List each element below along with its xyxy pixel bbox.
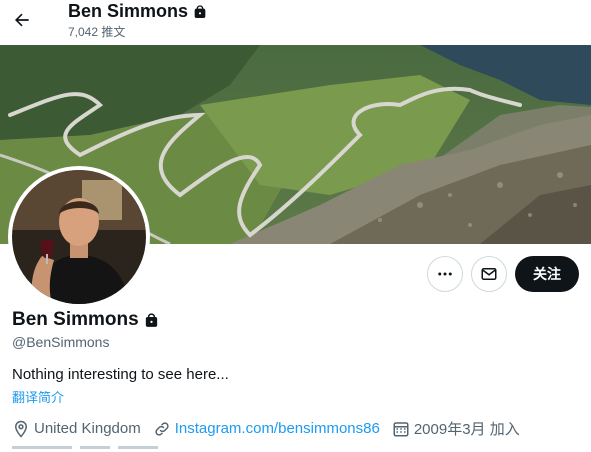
website-item: Instagram.com/bensimmons86: [153, 420, 380, 438]
profile-actions: 关注: [427, 256, 579, 292]
website-link[interactable]: Instagram.com/bensimmons86: [175, 420, 380, 437]
joined-text: 2009年3月 加入: [413, 421, 520, 438]
header-name: Ben Simmons: [68, 1, 189, 21]
profile-name: Ben Simmons: [12, 309, 160, 331]
follow-counts-row: [12, 446, 212, 452]
profile-bio: Nothing interesting to see here...: [12, 366, 229, 383]
envelope-icon: [481, 268, 497, 280]
avatar[interactable]: [8, 166, 150, 308]
message-button[interactable]: [471, 256, 507, 292]
location-text: United Kingdom: [34, 420, 141, 437]
arrow-left-icon: [15, 13, 29, 27]
profile-display-name: Ben Simmons: [12, 309, 139, 330]
lock-icon: [145, 312, 157, 327]
more-horizontal-icon: [438, 272, 452, 276]
location-pin-icon: [14, 420, 28, 438]
link-icon: [155, 421, 169, 436]
calendar-icon: [393, 421, 409, 436]
location-item: United Kingdom: [12, 420, 141, 438]
more-button[interactable]: [427, 256, 463, 292]
profile-meta: United Kingdom Instagram.com/bensimmons8…: [12, 418, 532, 439]
header-title: Ben Simmons: [68, 1, 208, 22]
top-bar: Ben Simmons 7,042 推文: [0, 0, 591, 45]
back-button[interactable]: [8, 6, 36, 34]
profile-handle: @BenSimmons: [12, 334, 110, 350]
joined-item: 2009年3月 加入: [392, 418, 520, 439]
lock-icon: [194, 4, 206, 18]
translate-bio-link[interactable]: 翻译简介: [12, 387, 64, 406]
follow-button[interactable]: 关注: [515, 256, 579, 292]
tweet-count: 7,042 推文: [68, 25, 126, 39]
